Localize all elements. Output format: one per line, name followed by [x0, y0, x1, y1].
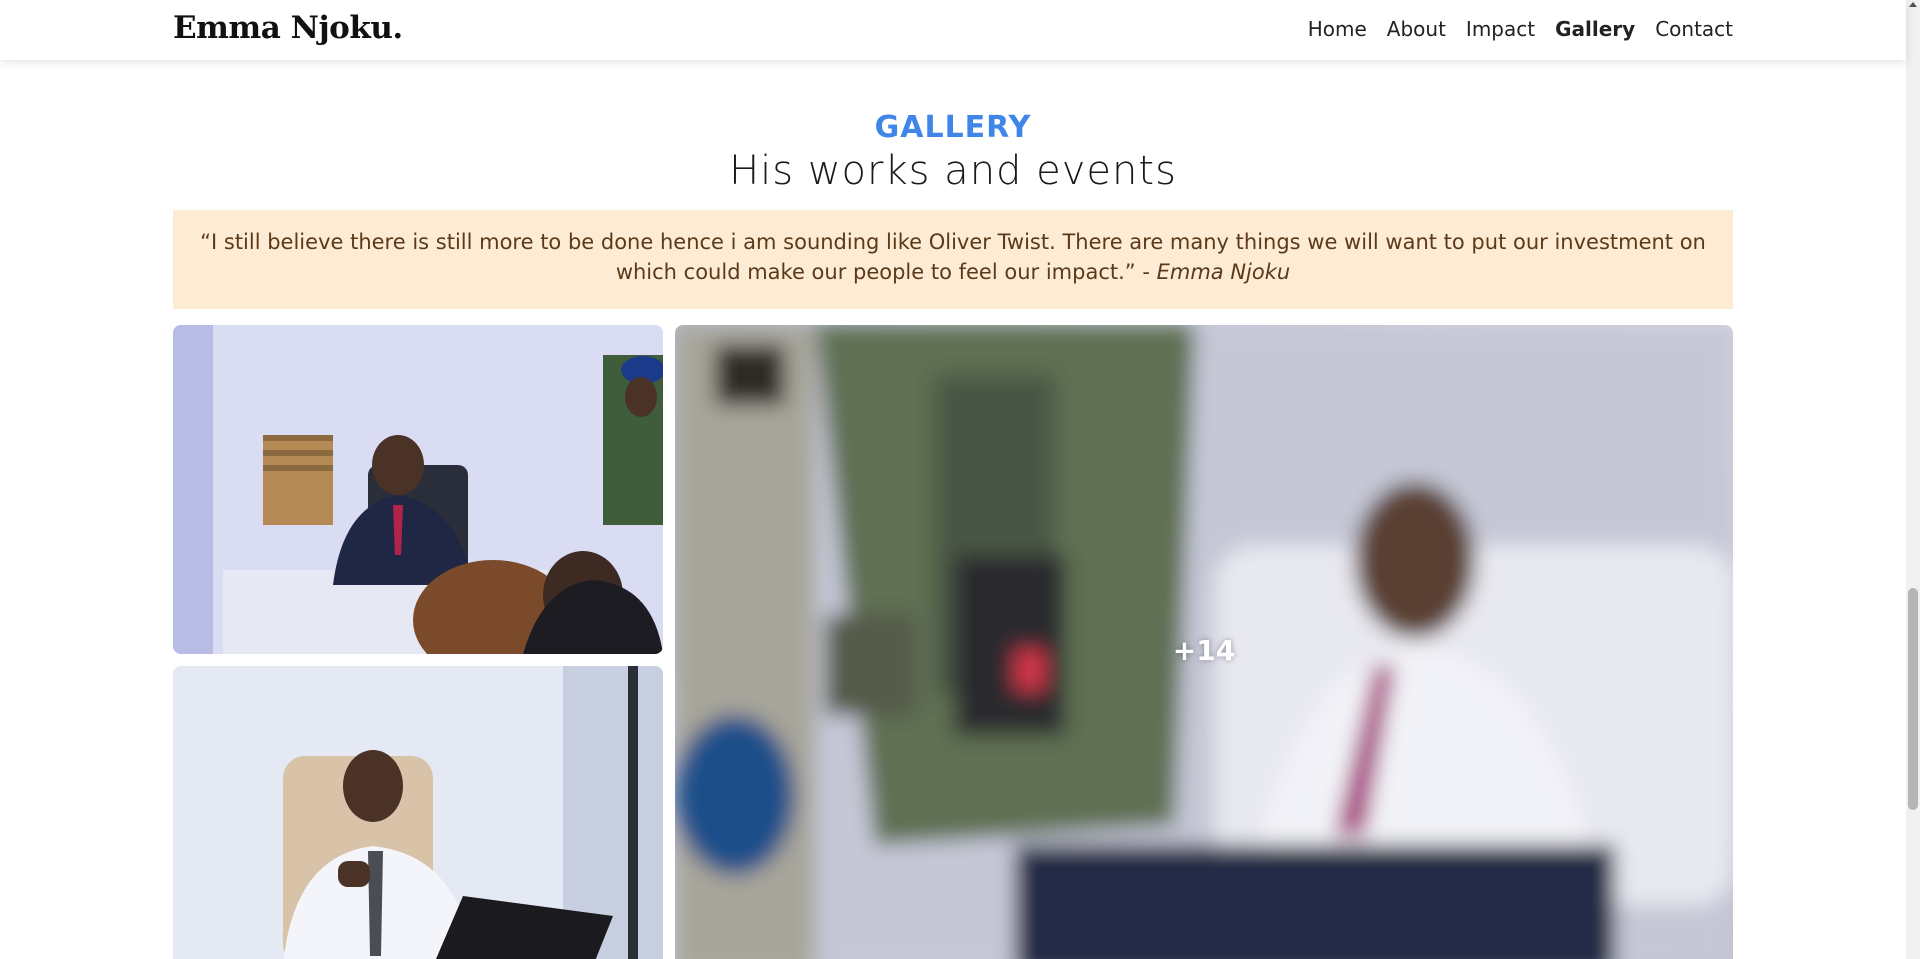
quote-text: “I still believe there is still more to … — [200, 230, 1706, 284]
scroll-up-icon[interactable] — [1909, 2, 1917, 7]
meeting-photo-illustration — [173, 325, 663, 654]
nav-home[interactable]: Home — [1308, 17, 1367, 41]
quote-box: “I still believe there is still more to … — [173, 210, 1733, 309]
nav-impact[interactable]: Impact — [1466, 17, 1535, 41]
scroll-thumb[interactable] — [1908, 588, 1918, 810]
gallery-photo-meeting[interactable] — [173, 325, 663, 654]
nav-about[interactable]: About — [1387, 17, 1446, 41]
quote-author: Emma Njoku — [1156, 260, 1291, 284]
brand-logo[interactable]: Emma Njoku. — [173, 10, 403, 46]
section-title: His works and events — [729, 148, 1177, 194]
gallery-photo-office[interactable] — [173, 666, 663, 959]
page-scrollbar[interactable] — [1906, 0, 1920, 959]
more-photos-count[interactable]: +14 — [675, 325, 1733, 959]
navbar: Emma Njoku. Home About Impact Gallery Co… — [0, 0, 1906, 60]
section-eyebrow: GALLERY — [874, 110, 1032, 145]
nav-links: Home About Impact Gallery Contact — [1308, 17, 1733, 41]
gallery-photo-more[interactable]: +14 — [675, 325, 1733, 959]
nav-gallery[interactable]: Gallery — [1555, 17, 1635, 41]
nav-contact[interactable]: Contact — [1655, 17, 1733, 41]
office-photo-illustration — [173, 666, 663, 959]
